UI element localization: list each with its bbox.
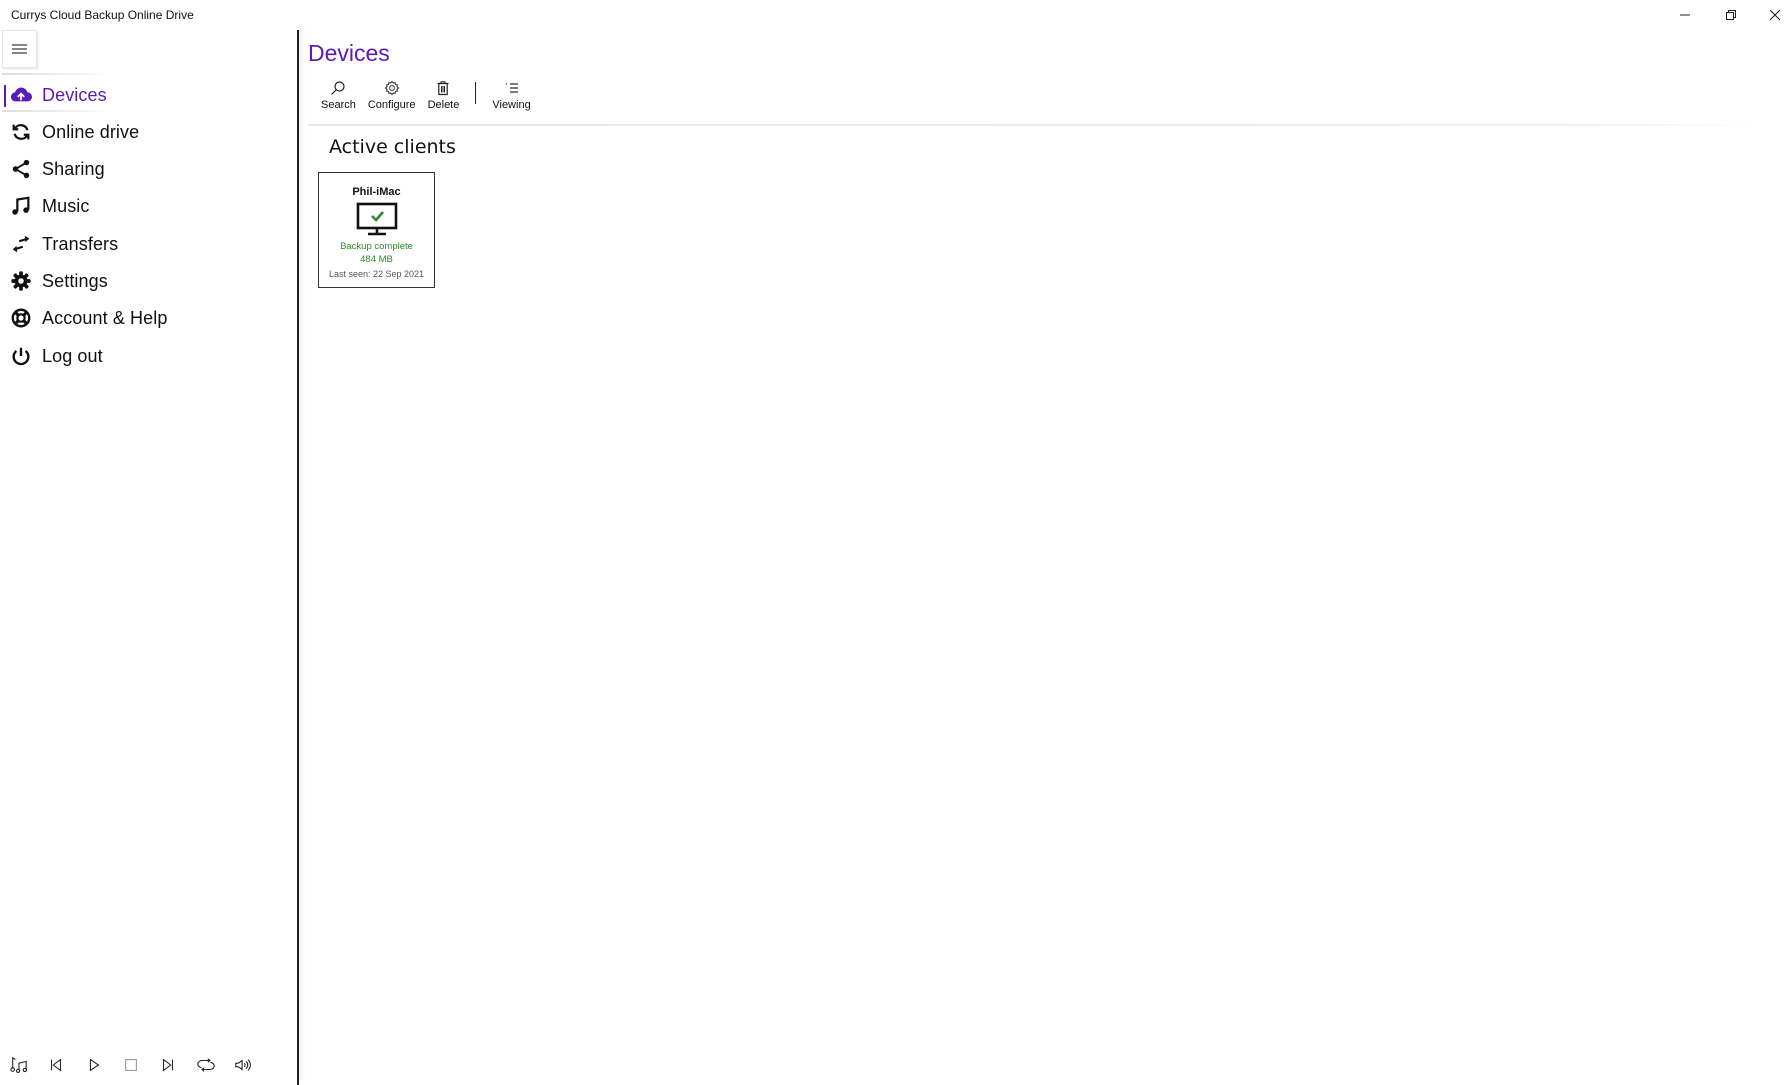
active-indicator	[4, 85, 6, 107]
sidebar-item-music[interactable]: Music	[0, 189, 296, 223]
sidebar-item-sharing[interactable]: Sharing	[0, 152, 296, 186]
client-name: Phil-iMac	[352, 186, 401, 198]
client-card[interactable]: Phil-iMac Backup complete 484 MB Last se…	[318, 172, 435, 288]
power-icon	[10, 345, 32, 367]
last-seen: Last seen: 22 Sep 2021	[328, 269, 425, 279]
music-notes-icon	[10, 1056, 28, 1074]
close-icon	[1769, 9, 1781, 21]
sidebar-item-account-help[interactable]: Account & Help	[0, 301, 296, 335]
nav-active-top-divider	[2, 73, 107, 75]
volume-icon	[235, 1059, 251, 1071]
window-title: Currys Cloud Backup Online Drive	[11, 8, 194, 22]
toolbar-divider	[308, 124, 1758, 126]
hamburger-icon	[12, 44, 27, 54]
transfer-arrows-icon	[10, 233, 32, 255]
repeat-icon	[197, 1058, 215, 1072]
restore-button[interactable]	[1708, 0, 1754, 30]
title-bar: Currys Cloud Backup Online Drive	[0, 0, 1788, 30]
sidebar-item-devices[interactable]: Devices	[0, 78, 296, 112]
sidebar-item-label: Sharing	[42, 158, 105, 179]
section-title: Active clients	[329, 136, 456, 158]
viewing-button[interactable]: Viewing	[486, 78, 536, 116]
play-icon	[89, 1058, 100, 1072]
sidebar-item-label: Settings	[42, 270, 108, 291]
restore-icon	[1726, 10, 1736, 20]
search-button[interactable]: Search	[315, 78, 362, 116]
repeat-button[interactable]	[195, 1054, 217, 1076]
play-button[interactable]	[83, 1054, 105, 1076]
close-button[interactable]	[1752, 0, 1788, 30]
cloud-upload-icon	[10, 84, 32, 106]
lifebuoy-icon	[10, 307, 32, 329]
backup-size: 484 MB	[360, 254, 393, 265]
sidebar-item-log-out[interactable]: Log out	[0, 339, 296, 373]
menu-toggle-button[interactable]	[2, 30, 37, 68]
share-icon	[10, 158, 32, 180]
music-note-icon	[10, 195, 32, 217]
sidebar-item-label: Log out	[42, 345, 103, 366]
delete-label: Delete	[427, 99, 460, 111]
sidebar-item-label: Transfers	[42, 233, 119, 254]
search-label: Search	[321, 99, 356, 111]
main-content: Devices Search Configure Delete Viewing …	[299, 30, 1788, 1080]
sidebar-item-label: Online drive	[42, 121, 140, 142]
gear-outline-icon	[384, 80, 400, 96]
sidebar-item-transfers[interactable]: Transfers	[0, 227, 296, 261]
toolbar-separator	[475, 82, 477, 104]
sidebar-item-label: Music	[42, 195, 90, 216]
stop-button[interactable]	[120, 1054, 142, 1076]
monitor-check-icon	[356, 202, 397, 236]
toolbar: Search Configure Delete Viewing	[315, 78, 537, 116]
sidebar-item-online-drive[interactable]: Online drive	[0, 115, 296, 149]
sidebar: Devices Online drive Sharing Music Trans…	[0, 30, 298, 1080]
previous-track-button[interactable]	[45, 1054, 67, 1076]
music-library-button[interactable]	[8, 1054, 30, 1076]
next-icon	[162, 1058, 174, 1072]
sidebar-item-label: Devices	[42, 84, 107, 105]
trash-icon	[437, 81, 449, 96]
configure-label: Configure	[367, 99, 416, 111]
gear-icon	[10, 270, 32, 292]
minimize-button[interactable]	[1662, 0, 1708, 30]
sidebar-item-settings[interactable]: Settings	[0, 264, 296, 298]
search-icon	[331, 81, 346, 95]
volume-button[interactable]	[232, 1054, 254, 1076]
previous-icon	[50, 1058, 62, 1072]
delete-button[interactable]: Delete	[422, 78, 466, 116]
sidebar-item-label: Account & Help	[42, 307, 168, 328]
media-controls	[0, 1050, 296, 1080]
list-view-icon	[505, 83, 518, 93]
backup-status: Backup complete	[340, 241, 413, 252]
minimize-icon	[1680, 14, 1690, 16]
next-track-button[interactable]	[157, 1054, 179, 1076]
page-title: Devices	[308, 40, 390, 66]
stop-icon	[125, 1059, 137, 1071]
viewing-label: Viewing	[492, 99, 531, 111]
sync-icon	[10, 121, 32, 143]
configure-button[interactable]: Configure	[362, 78, 422, 116]
